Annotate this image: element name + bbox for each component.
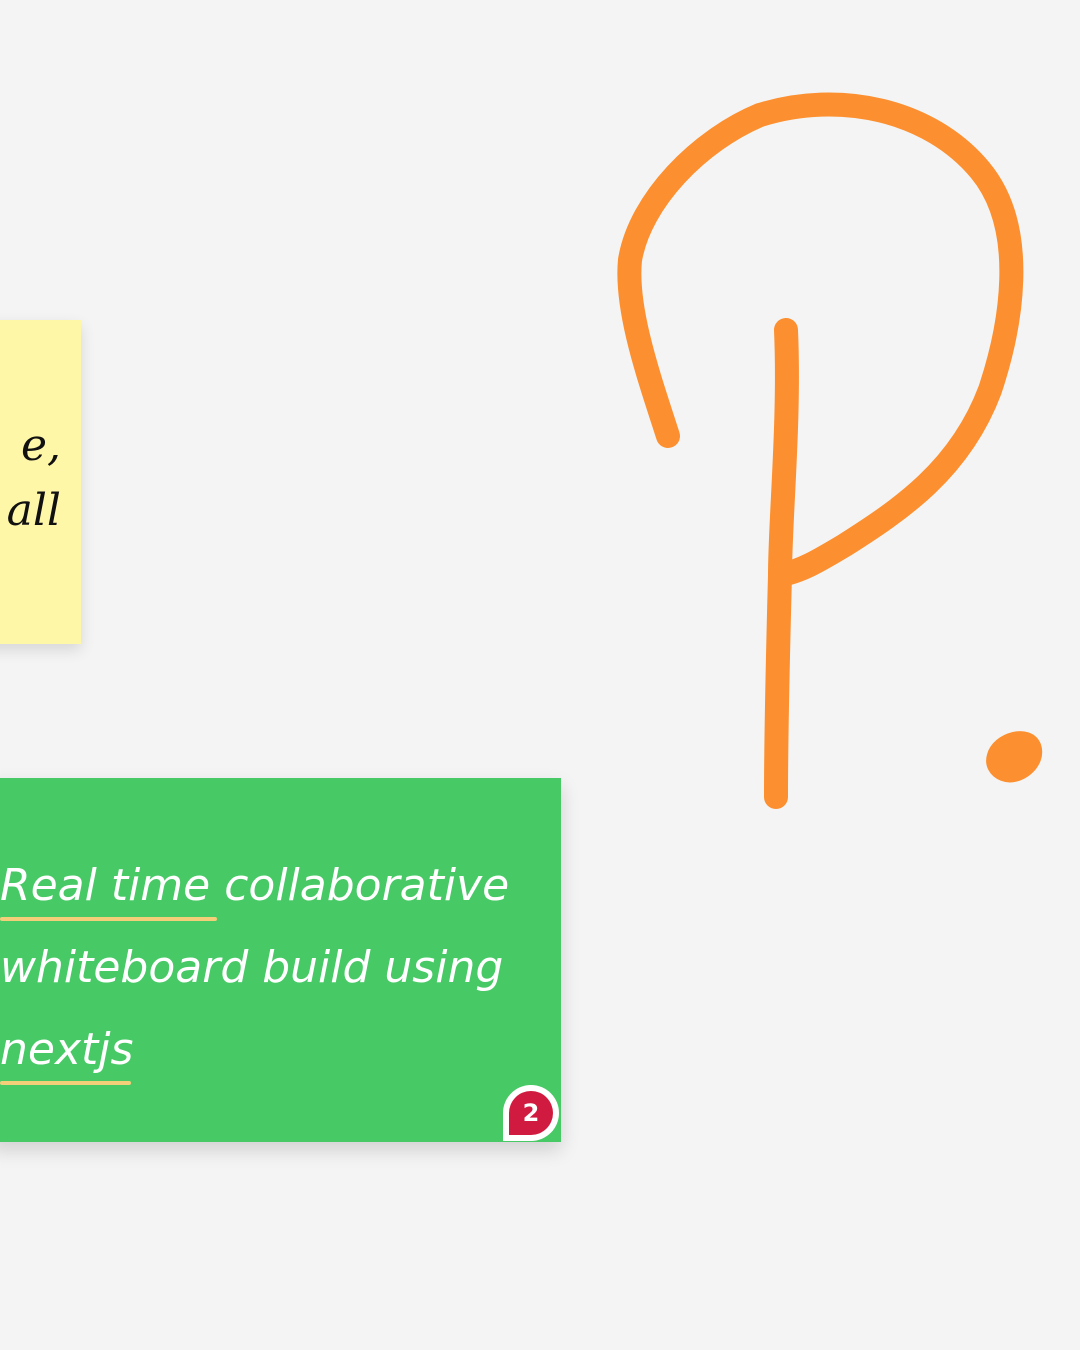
drawing-stroke-arc xyxy=(617,92,1024,587)
drawing-stroke-stem xyxy=(764,318,799,809)
freehand-drawing[interactable] xyxy=(0,0,1080,1350)
whiteboard-canvas[interactable]: e, all Real time collaborative whiteboar… xyxy=(0,0,1080,1350)
drawing-dot xyxy=(986,731,1043,783)
hand-drawn-p-icon xyxy=(617,92,1024,809)
